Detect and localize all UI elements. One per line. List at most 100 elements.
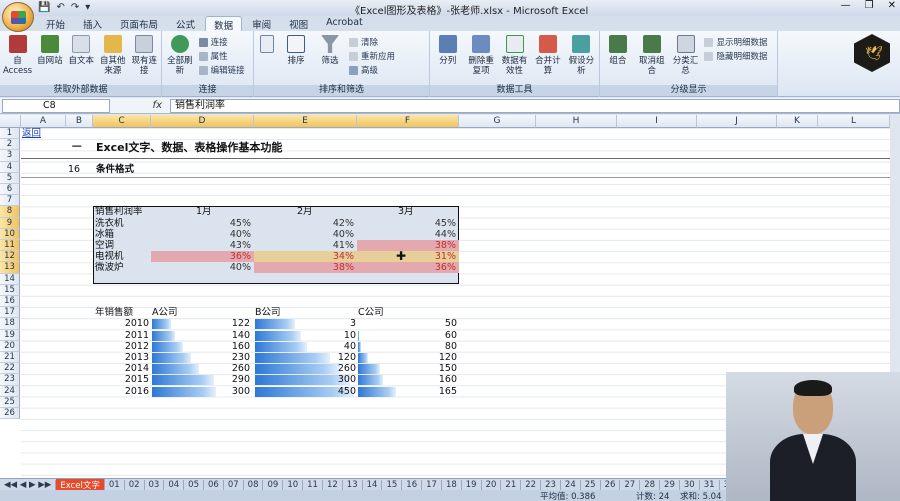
value-cell[interactable]: 10 bbox=[313, 330, 356, 341]
sheet-tab[interactable]: 19 bbox=[462, 479, 482, 490]
column-header-a[interactable]: A bbox=[21, 115, 66, 128]
column-header-g[interactable]: G bbox=[459, 115, 536, 128]
value-cell[interactable]: 290 bbox=[210, 374, 250, 385]
tab-home[interactable]: 开始 bbox=[38, 16, 73, 31]
row-header-11[interactable]: 11 bbox=[0, 240, 20, 252]
sheet-tab[interactable]: 18 bbox=[442, 479, 462, 490]
table-cell-value[interactable]: 44% bbox=[357, 229, 456, 240]
value-cell[interactable]: 160 bbox=[410, 374, 457, 385]
column-header-h[interactable]: H bbox=[536, 115, 617, 128]
column-header-e[interactable]: E bbox=[254, 115, 357, 128]
sheet-tab[interactable]: 28 bbox=[640, 479, 661, 490]
row-header-26[interactable]: 26 bbox=[0, 408, 20, 420]
table-cell-value[interactable]: 43% bbox=[151, 240, 251, 251]
sheet-tab[interactable]: 12 bbox=[323, 479, 343, 490]
undo-icon[interactable]: ↶ bbox=[56, 2, 64, 13]
table-cell-value[interactable]: 40% bbox=[254, 229, 354, 240]
sheet-tab[interactable]: 16 bbox=[402, 479, 423, 490]
row-header-21[interactable]: 21 bbox=[0, 352, 20, 364]
tab-page-layout[interactable]: 页面布局 bbox=[112, 16, 166, 31]
row-header-19[interactable]: 19 bbox=[0, 329, 20, 341]
sheet-tab[interactable]: 23 bbox=[541, 479, 561, 490]
sheet-tab[interactable]: 25 bbox=[581, 479, 601, 490]
reapply-button[interactable]: 重新应用 bbox=[349, 50, 401, 62]
value-cell[interactable]: 3 bbox=[313, 318, 356, 329]
column-header-f[interactable]: F bbox=[357, 115, 459, 128]
properties-button[interactable]: 属性 bbox=[198, 50, 250, 62]
table-cell-value[interactable]: 40% bbox=[151, 262, 251, 273]
table-cell-value[interactable]: 42% bbox=[254, 218, 354, 229]
table-cell-value[interactable]: 41% bbox=[254, 240, 354, 251]
tab-acrobat[interactable]: Acrobat bbox=[318, 16, 371, 31]
sheet-tab[interactable]: 01 bbox=[105, 479, 125, 490]
fx-icon[interactable]: fx bbox=[110, 100, 170, 111]
value-cell[interactable]: 120 bbox=[410, 352, 457, 363]
sheet-tab[interactable]: 08 bbox=[244, 479, 264, 490]
value-cell[interactable]: 80 bbox=[410, 341, 457, 352]
row-header-18[interactable]: 18 bbox=[0, 318, 20, 330]
value-cell[interactable]: 50 bbox=[410, 318, 457, 329]
value-cell[interactable]: 260 bbox=[313, 363, 356, 374]
sheet-tab[interactable]: 20 bbox=[482, 479, 502, 490]
table-cell-value[interactable]: 38% bbox=[357, 240, 456, 251]
value-cell[interactable]: 40 bbox=[313, 341, 356, 352]
table-cell-value[interactable]: 45% bbox=[151, 218, 251, 229]
row-header-22[interactable]: 22 bbox=[0, 363, 20, 375]
row-header-12[interactable]: 12 bbox=[0, 251, 20, 263]
row-header-2[interactable]: 2 bbox=[0, 139, 20, 151]
show-detail-button[interactable]: 显示明细数据 bbox=[704, 36, 774, 48]
save-icon[interactable]: 💾 bbox=[38, 2, 50, 13]
sheet-tab[interactable]: 07 bbox=[224, 479, 244, 490]
value-cell[interactable]: 300 bbox=[210, 386, 250, 397]
row-header-23[interactable]: 23 bbox=[0, 374, 20, 386]
row-header-4[interactable]: 4 bbox=[0, 161, 20, 173]
row-header-3[interactable]: 3 bbox=[0, 150, 20, 162]
sheet-tab[interactable]: 21 bbox=[501, 479, 522, 490]
tab-formulas[interactable]: 公式 bbox=[168, 16, 203, 31]
row-header-1[interactable]: 1 bbox=[0, 128, 20, 140]
row-header-14[interactable]: 14 bbox=[0, 273, 20, 285]
sheet-tab[interactable]: 30 bbox=[680, 479, 700, 490]
value-cell[interactable]: 260 bbox=[210, 363, 250, 374]
column-header-k[interactable]: K bbox=[777, 115, 818, 128]
table-cell-value[interactable]: 38% bbox=[254, 262, 354, 273]
name-box[interactable]: C8 bbox=[2, 98, 110, 113]
chevron-down-icon[interactable]: ▾ bbox=[85, 2, 90, 13]
row-header-16[interactable]: 16 bbox=[0, 296, 20, 308]
value-cell[interactable]: 120 bbox=[313, 352, 356, 363]
office-button[interactable] bbox=[2, 2, 34, 32]
connections-button[interactable]: 连接 bbox=[198, 36, 250, 48]
value-cell[interactable]: 150 bbox=[410, 363, 457, 374]
sheet-nav-icon[interactable]: ◀◀ ◀ ▶ ▶▶ bbox=[0, 479, 57, 490]
sheet-tab[interactable]: 24 bbox=[561, 479, 581, 490]
restore-icon[interactable]: ❐ bbox=[865, 0, 874, 11]
table-cell-value[interactable]: 45% bbox=[357, 218, 456, 229]
column-header-c[interactable]: C bbox=[93, 115, 151, 128]
advanced-button[interactable]: 高级 bbox=[349, 64, 401, 76]
row-header-6[interactable]: 6 bbox=[0, 184, 20, 196]
sheet-tab[interactable]: 14 bbox=[363, 479, 383, 490]
tab-data[interactable]: 数据 bbox=[205, 16, 243, 32]
value-cell[interactable]: 160 bbox=[210, 341, 250, 352]
row-header-17[interactable]: 17 bbox=[0, 307, 20, 319]
tab-view[interactable]: 视图 bbox=[281, 16, 316, 31]
row-header-9[interactable]: 9 bbox=[0, 217, 20, 229]
table-cell-value[interactable]: 36% bbox=[151, 251, 251, 262]
value-cell[interactable]: 60 bbox=[410, 330, 457, 341]
row-header-7[interactable]: 7 bbox=[0, 195, 20, 207]
sheet-tab[interactable]: 02 bbox=[125, 479, 145, 490]
table-cell-value[interactable]: 40% bbox=[151, 229, 251, 240]
sheet-tab[interactable]: 09 bbox=[263, 479, 284, 490]
edit-links-button[interactable]: 编辑链接 bbox=[198, 64, 250, 76]
value-cell[interactable]: 300 bbox=[313, 374, 356, 385]
table-cell-value[interactable]: 34% bbox=[254, 251, 354, 262]
sheet-tab[interactable]: 11 bbox=[303, 479, 323, 490]
select-all-corner[interactable] bbox=[0, 115, 21, 128]
minimize-icon[interactable]: — bbox=[841, 0, 851, 11]
column-header-d[interactable]: D bbox=[151, 115, 254, 128]
row-header-8[interactable]: 8 bbox=[0, 206, 20, 218]
sheet-tab[interactable]: Excel文字 bbox=[56, 479, 105, 490]
column-header-j[interactable]: J bbox=[697, 115, 777, 128]
sheet-tab[interactable]: 10 bbox=[283, 479, 304, 490]
sheet-tab[interactable]: 17 bbox=[422, 479, 442, 490]
